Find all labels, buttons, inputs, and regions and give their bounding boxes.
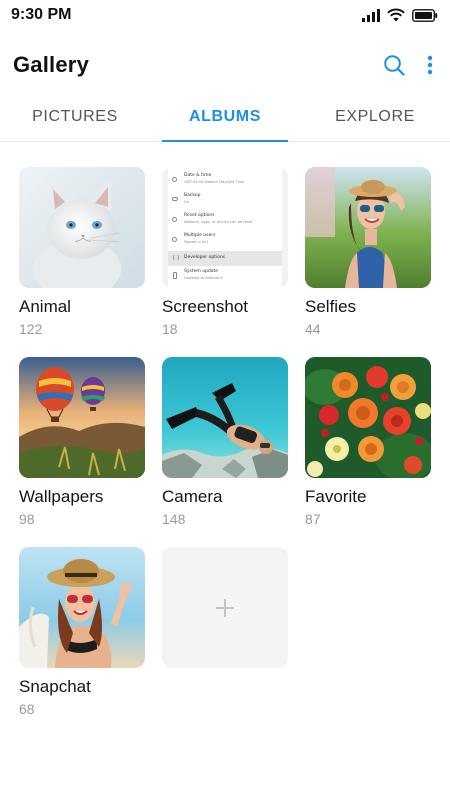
album-name: Camera: [162, 487, 223, 506]
settings-row-title: Developer options: [184, 255, 226, 260]
album-thumbnail: Date & time GMT-04:00 Eastern Daylight T…: [162, 167, 288, 288]
album-count: 98: [19, 511, 35, 527]
album-count: 44: [305, 321, 321, 337]
settings-row-title: System update: [184, 269, 219, 274]
tab-bar: PICTURES ALBUMS EXPLORE: [0, 96, 450, 142]
album-count: 148: [162, 511, 186, 527]
cat-photo-icon: [19, 167, 145, 288]
more-options-button[interactable]: [418, 53, 442, 77]
settings-row-title: Multiple users: [184, 233, 216, 238]
status-bar: 9:30 PM: [0, 0, 450, 32]
settings-row-sub: Updated to Android 9: [184, 276, 223, 280]
album-snapchat[interactable]: Snapchat 68: [19, 547, 145, 717]
album-screenshot[interactable]: Date & time GMT-04:00 Eastern Daylight T…: [162, 167, 288, 337]
settings-row-sub: Network, apps, or device can be reset: [184, 220, 253, 224]
album-count: 122: [19, 321, 43, 337]
tab-pictures[interactable]: PICTURES: [0, 96, 150, 141]
cloud-icon: [172, 197, 178, 201]
album-name: Favorite: [305, 487, 367, 506]
search-icon: [384, 55, 405, 76]
diver-photo-icon: [162, 357, 288, 478]
more-vert-icon: [427, 55, 433, 75]
battery-icon: [412, 8, 438, 22]
code-icon: { }: [172, 255, 180, 261]
settings-row-sub: On: [184, 200, 190, 204]
wifi-icon: [387, 8, 405, 22]
album-thumbnail: [19, 167, 145, 288]
album-thumbnail: [305, 167, 431, 288]
page-title: Gallery: [13, 52, 90, 77]
album-favorite[interactable]: Favorite 87: [305, 357, 431, 527]
album-thumbnail: [305, 357, 431, 478]
person-icon: [172, 237, 177, 242]
album-selfies[interactable]: Selfies 44: [305, 167, 431, 337]
settings-row-sub: GMT-04:00 Eastern Daylight Time: [184, 180, 245, 184]
app-actions: [382, 53, 442, 77]
woman-photo-icon: [305, 167, 431, 288]
settings-row: Date & time GMT-04:00 Eastern Daylight T…: [168, 171, 282, 190]
album-thumbnail: [162, 357, 288, 478]
album-animal[interactable]: Animal 122: [19, 167, 145, 337]
album-name: Selfies: [305, 297, 357, 316]
add-album: [162, 547, 288, 717]
album-wallpapers[interactable]: Wallpapers 98: [19, 357, 145, 527]
app-bar: Gallery: [0, 40, 450, 90]
add-album-button[interactable]: [162, 547, 288, 668]
album-count: 18: [162, 321, 178, 337]
hat-woman-photo-icon: [19, 547, 145, 668]
album-count: 68: [19, 701, 35, 717]
settings-row: Backup On: [168, 191, 282, 210]
settings-row: System update Updated to Android 9: [168, 267, 282, 286]
phone-icon: [173, 272, 177, 279]
settings-row-title: Reset options: [184, 213, 215, 218]
album-camera[interactable]: Camera 148: [162, 357, 288, 527]
album-name: Animal: [19, 297, 71, 316]
album-grid: Animal 122 Date & time GMT-04:00 Eastern…: [19, 167, 432, 717]
settings-row: Reset options Network, apps, or device c…: [168, 211, 282, 230]
reset-icon: [172, 217, 177, 222]
settings-row-highlighted: { } Developer options: [168, 251, 282, 266]
search-button[interactable]: [382, 53, 406, 77]
status-time: 9:30 PM: [11, 6, 72, 23]
balloons-photo-icon: [19, 357, 145, 478]
settings-row-title: Backup: [184, 193, 201, 198]
album-name: Wallpapers: [19, 487, 104, 506]
album-count: 87: [305, 511, 321, 527]
album-name: Snapchat: [19, 677, 91, 696]
settings-row-title: Date & time: [184, 173, 212, 178]
album-name: Screenshot: [162, 297, 248, 316]
album-thumbnail: [19, 547, 145, 668]
clock-icon: [172, 177, 177, 182]
settings-row-sub: Signed in as J: [184, 240, 209, 244]
signal-icon: [362, 8, 380, 22]
tab-explore[interactable]: EXPLORE: [300, 96, 450, 141]
status-icons: [362, 8, 438, 22]
flowers-photo-icon: [305, 357, 431, 478]
settings-row: Multiple users Signed in as J: [168, 231, 282, 250]
settings-screenshot-icon: Date & time GMT-04:00 Eastern Daylight T…: [168, 167, 282, 288]
plus-icon: [216, 598, 234, 617]
album-thumbnail: [19, 357, 145, 478]
tab-albums[interactable]: ALBUMS: [150, 96, 300, 142]
